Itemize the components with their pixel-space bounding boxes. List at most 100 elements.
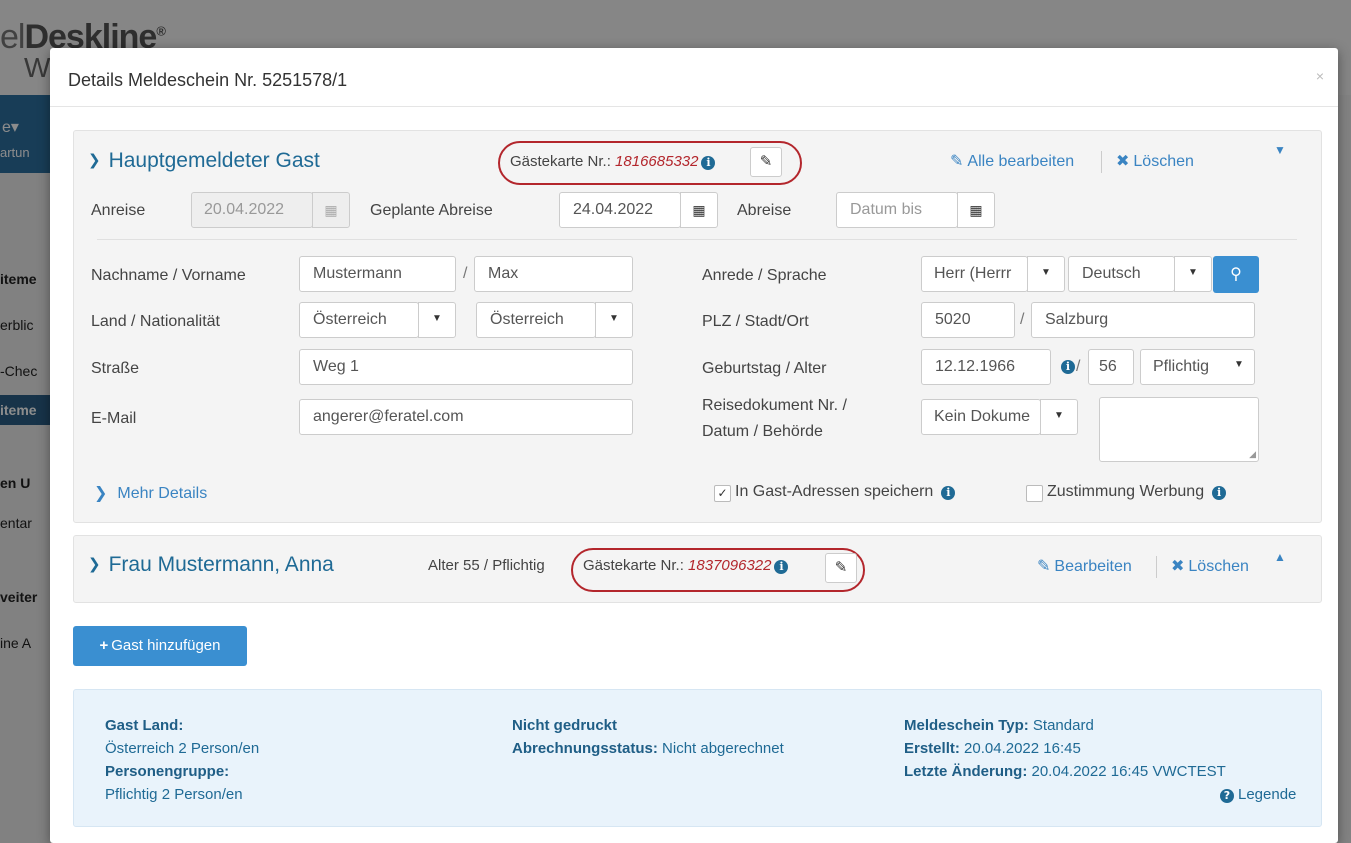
chevron-down-icon: ❯ (88, 152, 101, 169)
document-type-select[interactable]: Kein Dokume (921, 399, 1041, 435)
more-details-link[interactable]: ❯ Mehr Details (94, 483, 207, 503)
divider (1156, 556, 1157, 578)
chevron-down-icon[interactable]: ▼ (595, 302, 633, 338)
delete-guest-link[interactable]: ✖ Löschen (1171, 556, 1249, 576)
zip-city-label: PLZ / Stadt/Ort (702, 313, 809, 330)
close-icon: ✖ (1171, 558, 1185, 575)
document-details-textarea[interactable]: ◢ (1099, 397, 1259, 462)
created-timestamp: Erstellt: 20.04.2022 16:45 (904, 740, 1081, 757)
search-button[interactable]: ⚲ (1213, 256, 1259, 293)
help-icon: ? (1220, 789, 1234, 803)
planned-departure-label: Geplante Abreise (370, 202, 493, 219)
chevron-down-icon[interactable]: ▼ (1027, 256, 1065, 292)
info-icon[interactable]: i (774, 560, 789, 574)
close-icon: ✖ (1116, 153, 1130, 170)
divider (1101, 151, 1102, 173)
second-guest-panel: ❯ Frau Mustermann, Anna Alter 55 / Pflich… (73, 535, 1322, 603)
email-label: E-Mail (91, 410, 137, 427)
chevron-down-icon[interactable]: ▼ (1174, 256, 1212, 292)
country-label: Land / Nationalität (91, 313, 220, 330)
guest-country-label: Gast Land: (105, 717, 184, 734)
plus-icon: + (99, 637, 109, 654)
document-label: Reisedokument Nr. / Datum / Behörde (702, 397, 847, 440)
add-guest-button[interactable]: + Gast hinzufügen (73, 626, 247, 666)
last-changed-timestamp: Letzte Änderung: 20.04.2022 16:45 VWCTES… (904, 763, 1226, 780)
chevron-down-icon[interactable]: ▼ (1040, 399, 1078, 435)
calendar-icon[interactable]: ▦ (957, 192, 995, 228)
edit-guest-card-button[interactable]: ✎ (750, 147, 782, 177)
planned-departure-field[interactable]: 24.04.2022 (559, 192, 681, 228)
registration-type: Meldeschein Typ: Standard (904, 717, 1094, 734)
first-name-field[interactable]: Max (474, 256, 633, 292)
guest-card-number: Gästekarte Nr.: 1837096322 i (583, 557, 789, 574)
guest-card-number: Gästekarte Nr.: 1816685332 i (510, 153, 716, 170)
registration-summary: Gast Land: Österreich 2 Person/en Person… (73, 689, 1322, 827)
pencil-icon: ✎ (1037, 558, 1051, 575)
departure-date-field[interactable]: Datum bis (836, 192, 958, 228)
chevron-down-icon[interactable]: ▼ (1224, 349, 1254, 385)
chevron-down-icon[interactable]: ▼ (418, 302, 456, 338)
advertising-consent-label: Zustimmung Werbung i (1047, 483, 1227, 501)
pencil-icon: ✎ (950, 153, 964, 170)
divider (97, 239, 1297, 240)
separator-slash: / (1076, 358, 1081, 375)
print-status: Nicht gedruckt (512, 717, 618, 734)
person-group-label: Personengruppe: (105, 763, 230, 780)
birthday-label: Geburtstag / Alter (702, 360, 827, 377)
info-icon[interactable]: i (701, 156, 716, 170)
arrival-label: Anreise (91, 202, 146, 219)
chevron-right-icon: ❯ (94, 485, 108, 502)
registration-details-modal: Details Meldeschein Nr. 5251578/1 × ❯ Hau… (50, 48, 1338, 843)
info-icon[interactable]: i (1212, 486, 1227, 500)
salutation-label: Anrede / Sprache (702, 267, 827, 284)
last-name-field[interactable]: Mustermann (299, 256, 456, 292)
calendar-icon[interactable]: ▦ (680, 192, 718, 228)
city-field[interactable]: Salzburg (1031, 302, 1255, 338)
departure-label: Abreise (737, 202, 792, 219)
second-guest-title: Frau Mustermann, Anna (108, 553, 334, 576)
person-group-value: Pflichtig 2 Person/en (105, 786, 243, 803)
modal-title: Details Meldeschein Nr. 5251578/1 (68, 70, 348, 90)
main-guest-header[interactable]: ❯ Hauptgemeldeter Gast (88, 149, 320, 173)
birthday-field[interactable]: 12.12.1966 (921, 349, 1051, 385)
caret-down-icon[interactable]: ▼ (1274, 143, 1286, 157)
main-guest-title: Hauptgemeldeter Gast (108, 149, 320, 172)
guest-country-value: Österreich 2 Person/en (105, 740, 260, 757)
second-guest-meta: Alter 55 / Pflichtig (428, 557, 545, 574)
main-guest-panel: ❯ Hauptgemeldeter Gast Gästekarte Nr.: 18… (73, 130, 1322, 523)
legend-link[interactable]: ? Legende (1217, 786, 1296, 803)
advertising-consent-checkbox[interactable] (1026, 485, 1043, 502)
street-label: Straße (91, 360, 140, 377)
country-select[interactable]: Österreich (299, 302, 419, 338)
modal-header: Details Meldeschein Nr. 5251578/1 × (50, 48, 1338, 107)
billing-status: Abrechnungsstatus: Nicht abgerechnet (512, 740, 784, 757)
pencil-icon: ✎ (834, 559, 848, 576)
separator-slash: / (463, 265, 468, 282)
edit-all-link[interactable]: ✎ Alle bearbeiten (950, 151, 1074, 171)
delete-guest-link[interactable]: ✖ Löschen (1116, 151, 1194, 171)
caret-up-icon[interactable]: ▲ (1274, 550, 1286, 564)
arrival-date-field: 20.04.2022 (191, 192, 313, 228)
info-icon[interactable]: i (941, 486, 956, 500)
save-address-label: In Gast-Adressen speichern i (735, 483, 956, 501)
separator-slash: / (1020, 311, 1025, 328)
salutation-select[interactable]: Herr (Herrr (921, 256, 1028, 292)
edit-guest-link[interactable]: ✎ Bearbeiten (1037, 556, 1132, 576)
close-button[interactable]: × (1316, 68, 1324, 84)
second-guest-header[interactable]: ❯ Frau Mustermann, Anna (88, 553, 334, 577)
nationality-select[interactable]: Österreich (476, 302, 596, 338)
edit-guest-card-button[interactable]: ✎ (825, 553, 857, 583)
pencil-icon: ✎ (759, 153, 773, 170)
calendar-icon: ▦ (312, 192, 350, 228)
name-label: Nachname / Vorname (91, 267, 246, 284)
chevron-right-icon: ❯ (88, 556, 101, 573)
street-field[interactable]: Weg 1 (299, 349, 633, 385)
zip-field[interactable]: 5020 (921, 302, 1015, 338)
age-field[interactable]: 56 (1088, 349, 1134, 385)
email-field[interactable]: angerer@feratel.com (299, 399, 633, 435)
info-icon[interactable]: i (1061, 360, 1075, 374)
language-select[interactable]: Deutsch (1068, 256, 1175, 292)
resize-handle-icon[interactable]: ◢ (1249, 449, 1256, 460)
save-address-checkbox[interactable]: ✓ (714, 485, 731, 502)
search-icon: ⚲ (1230, 266, 1242, 283)
